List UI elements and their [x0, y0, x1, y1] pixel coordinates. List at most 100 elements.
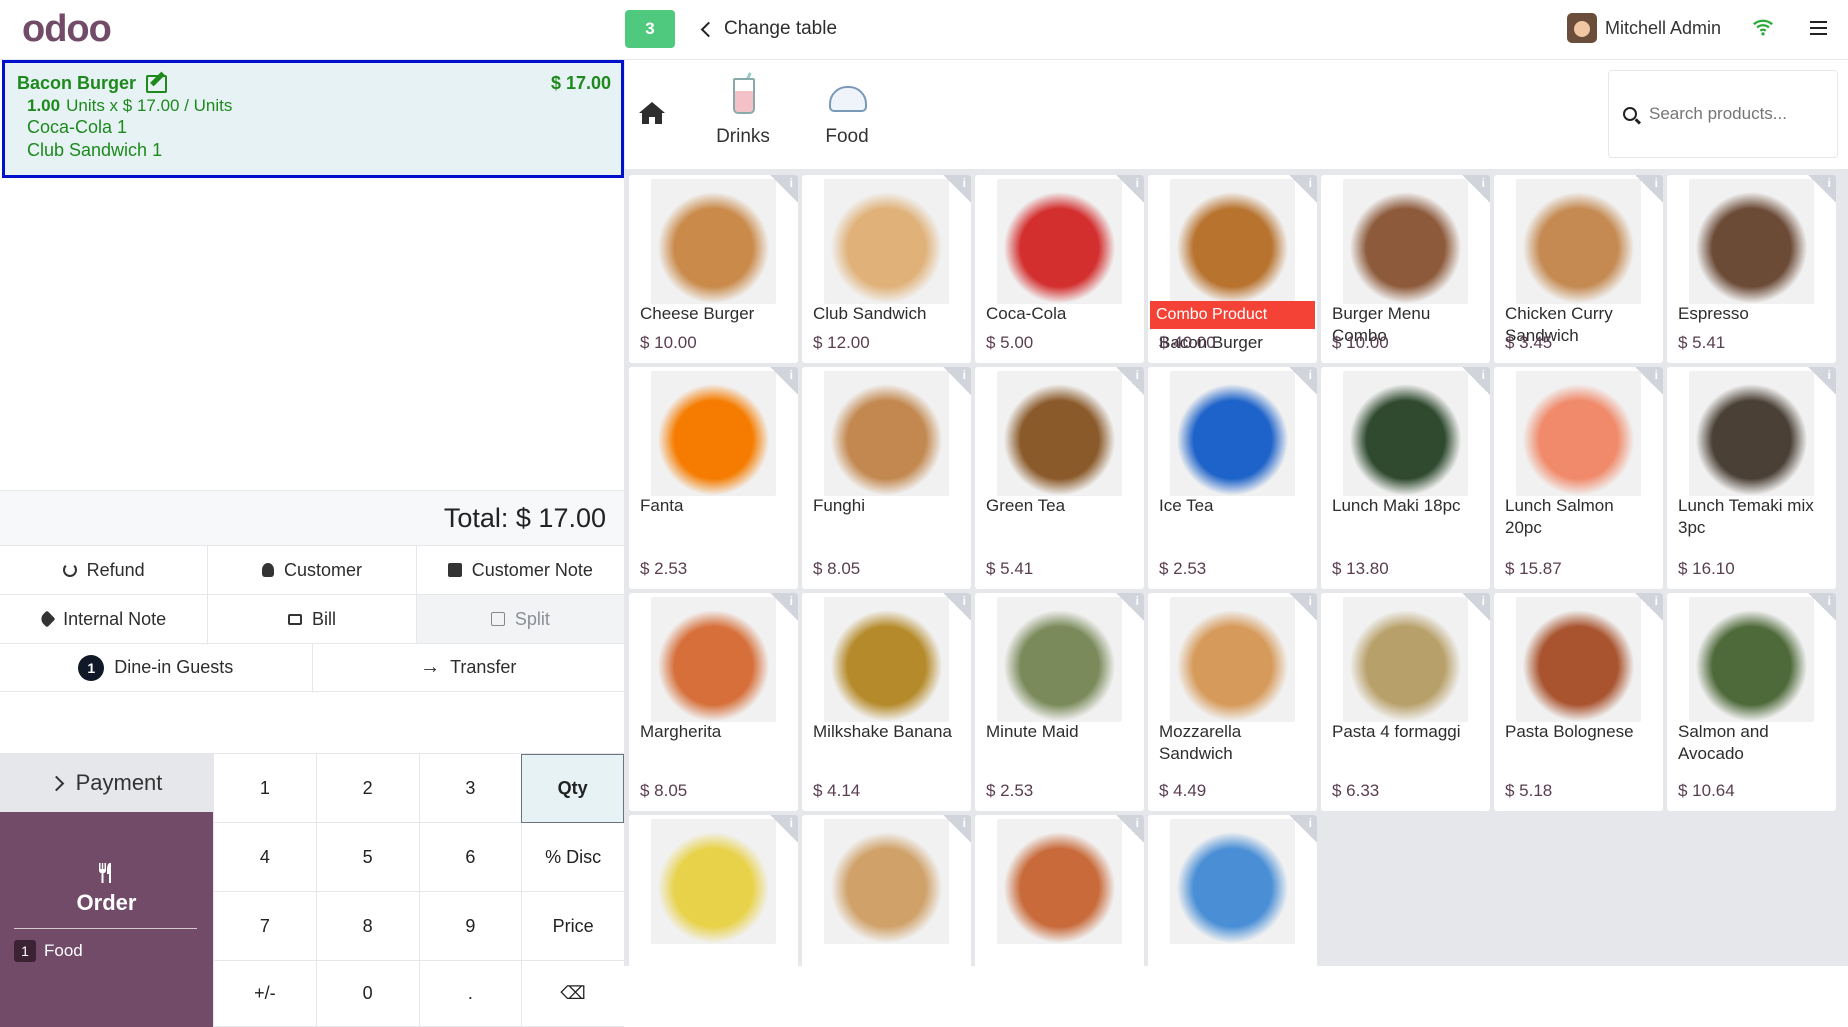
product-info-icon[interactable]: i	[1635, 367, 1663, 395]
numpad-key-6[interactable]: 6	[418, 823, 522, 892]
numpad-key-9[interactable]: 9	[418, 892, 522, 961]
product-card[interactable]: i Fanta $ 2.53	[629, 367, 798, 589]
product-card[interactable]: i Mozzarella Sandwich $ 4.49	[1148, 593, 1317, 811]
product-info-icon[interactable]: i	[1462, 175, 1490, 203]
product-info-icon[interactable]: i	[1808, 175, 1836, 203]
product-info-icon[interactable]: i	[1808, 367, 1836, 395]
product-card[interactable]: i	[975, 815, 1144, 966]
product-info-icon[interactable]: i	[1635, 593, 1663, 621]
bill-label: Bill	[311, 608, 336, 629]
product-card[interactable]: i Chicken Curry Sandwich $ 3.45	[1494, 175, 1663, 363]
dine-in-guests-button[interactable]: 1 Dine-in Guests	[0, 644, 313, 691]
product-info-icon[interactable]: i	[1289, 593, 1317, 621]
change-table-button[interactable]: Change table	[700, 14, 837, 44]
product-info-icon[interactable]: i	[770, 593, 798, 621]
category-food[interactable]: Food	[817, 72, 877, 148]
product-card[interactable]: i Margherita $ 8.05	[629, 593, 798, 811]
split-button[interactable]: Split	[416, 595, 624, 643]
product-image	[1170, 597, 1295, 722]
customer-note-button[interactable]: Customer Note	[416, 546, 624, 594]
hamburger-menu-icon[interactable]	[1810, 21, 1827, 35]
product-card[interactable]: i Funghi $ 8.05	[802, 367, 971, 589]
payment-button[interactable]: Payment	[0, 754, 213, 812]
order-line-selected[interactable]: Bacon Burger $ 17.00 1.00 Units x $ 17.00…	[2, 60, 624, 178]
user-name: Mitchell Admin	[1605, 17, 1722, 38]
product-card[interactable]: i Pasta 4 formaggi $ 6.33	[1321, 593, 1490, 811]
edit-icon[interactable]	[146, 74, 168, 93]
product-card[interactable]: i Espresso $ 5.41	[1667, 175, 1836, 363]
product-info-icon[interactable]: i	[1116, 593, 1144, 621]
order-total: Total: $ 17.00	[0, 490, 624, 545]
transfer-button[interactable]: → Transfer	[312, 644, 624, 691]
product-info-icon[interactable]: i	[943, 367, 971, 395]
product-card[interactable]: i Combo Product Bacon Burger $ 40.00	[1148, 175, 1317, 363]
numpad-backspace-icon[interactable]: ⌫	[521, 961, 624, 1027]
drink-icon	[721, 72, 765, 120]
product-card[interactable]: i	[629, 815, 798, 966]
product-name: Lunch Maki 18pc	[1332, 496, 1461, 515]
product-info-icon[interactable]: i	[1116, 367, 1144, 395]
user-menu[interactable]: Mitchell Admin	[1567, 13, 1721, 43]
control-buttons: Refund Customer Customer Note Internal N…	[0, 545, 624, 692]
product-card[interactable]: i Ice Tea $ 2.53	[1148, 367, 1317, 589]
numpad-key-3[interactable]: 3	[418, 754, 522, 823]
bill-button[interactable]: Bill	[208, 595, 417, 643]
refund-button[interactable]: Refund	[0, 546, 209, 594]
product-info-icon[interactable]: i	[943, 815, 971, 843]
product-card[interactable]: i	[1148, 815, 1317, 966]
numpad-key-decimal[interactable]: .	[418, 961, 522, 1027]
numpad-mode-price[interactable]: Price	[521, 892, 624, 961]
product-info-icon[interactable]: i	[1289, 815, 1317, 843]
product-card[interactable]: i Coca-Cola $ 5.00	[975, 175, 1144, 363]
product-info-icon[interactable]: i	[1116, 815, 1144, 843]
numpad-key-5[interactable]: 5	[315, 823, 419, 892]
product-card[interactable]: i Lunch Temaki mix 3pc $ 16.10	[1667, 367, 1836, 589]
product-info-icon[interactable]: i	[1635, 175, 1663, 203]
search-input[interactable]	[1649, 104, 1819, 124]
order-button[interactable]: Order 1 Food	[0, 812, 213, 1027]
numpad-key-plus-minus[interactable]: +/-	[213, 961, 316, 1027]
product-card[interactable]: i Cheese Burger $ 10.00	[629, 175, 798, 363]
customer-button[interactable]: Customer	[208, 546, 417, 594]
product-info-icon[interactable]: i	[1462, 593, 1490, 621]
product-card[interactable]: i Burger Menu Combo $ 10.00	[1321, 175, 1490, 363]
product-card[interactable]: i Milkshake Banana $ 4.14	[802, 593, 971, 811]
product-info-icon[interactable]: i	[1289, 367, 1317, 395]
numpad-mode-qty[interactable]: Qty	[521, 754, 624, 823]
product-price: $ 8.05	[813, 559, 861, 578]
product-info-icon[interactable]: i	[943, 175, 971, 203]
product-card[interactable]: i Lunch Salmon 20pc $ 15.87	[1494, 367, 1663, 589]
product-card[interactable]: i Pasta Bolognese $ 5.18	[1494, 593, 1663, 811]
product-card[interactable]: i Salmon and Avocado $ 10.64	[1667, 593, 1836, 811]
numpad-key-7[interactable]: 7	[213, 892, 316, 961]
internal-note-button[interactable]: Internal Note	[0, 595, 209, 643]
product-card[interactable]: i Lunch Maki 18pc $ 13.80	[1321, 367, 1490, 589]
order-line-unit-info: Units x $ 17.00 / Units	[66, 96, 233, 115]
product-card[interactable]: i Minute Maid $ 2.53	[975, 593, 1144, 811]
product-info-icon[interactable]: i	[1116, 175, 1144, 203]
product-card[interactable]: i Green Tea $ 5.41	[975, 367, 1144, 589]
product-info-icon[interactable]: i	[1808, 593, 1836, 621]
product-info-icon[interactable]: i	[770, 367, 798, 395]
numpad-key-1[interactable]: 1	[213, 754, 316, 823]
product-info-icon[interactable]: i	[1462, 367, 1490, 395]
numpad-key-8[interactable]: 8	[315, 892, 419, 961]
home-icon[interactable]	[638, 100, 666, 126]
product-info-icon[interactable]: i	[1289, 175, 1317, 203]
product-card[interactable]: i Club Sandwich $ 12.00	[802, 175, 971, 363]
product-card[interactable]: i	[802, 815, 971, 966]
product-image	[824, 597, 949, 722]
numpad-key-2[interactable]: 2	[315, 754, 419, 823]
product-info-icon[interactable]: i	[770, 175, 798, 203]
table-number-badge[interactable]: 3	[625, 10, 675, 48]
numpad-mode-disc[interactable]: % Disc	[521, 823, 624, 892]
category-food-label: Food	[825, 126, 869, 147]
numpad-key-4[interactable]: 4	[213, 823, 316, 892]
numpad-key-0[interactable]: 0	[315, 961, 419, 1027]
product-search[interactable]	[1608, 70, 1838, 158]
product-price: $ 16.10	[1678, 559, 1735, 578]
product-info-icon[interactable]: i	[770, 815, 798, 843]
product-info-icon[interactable]: i	[943, 593, 971, 621]
category-drinks[interactable]: Drinks	[713, 72, 773, 148]
wifi-icon[interactable]	[1752, 16, 1774, 38]
